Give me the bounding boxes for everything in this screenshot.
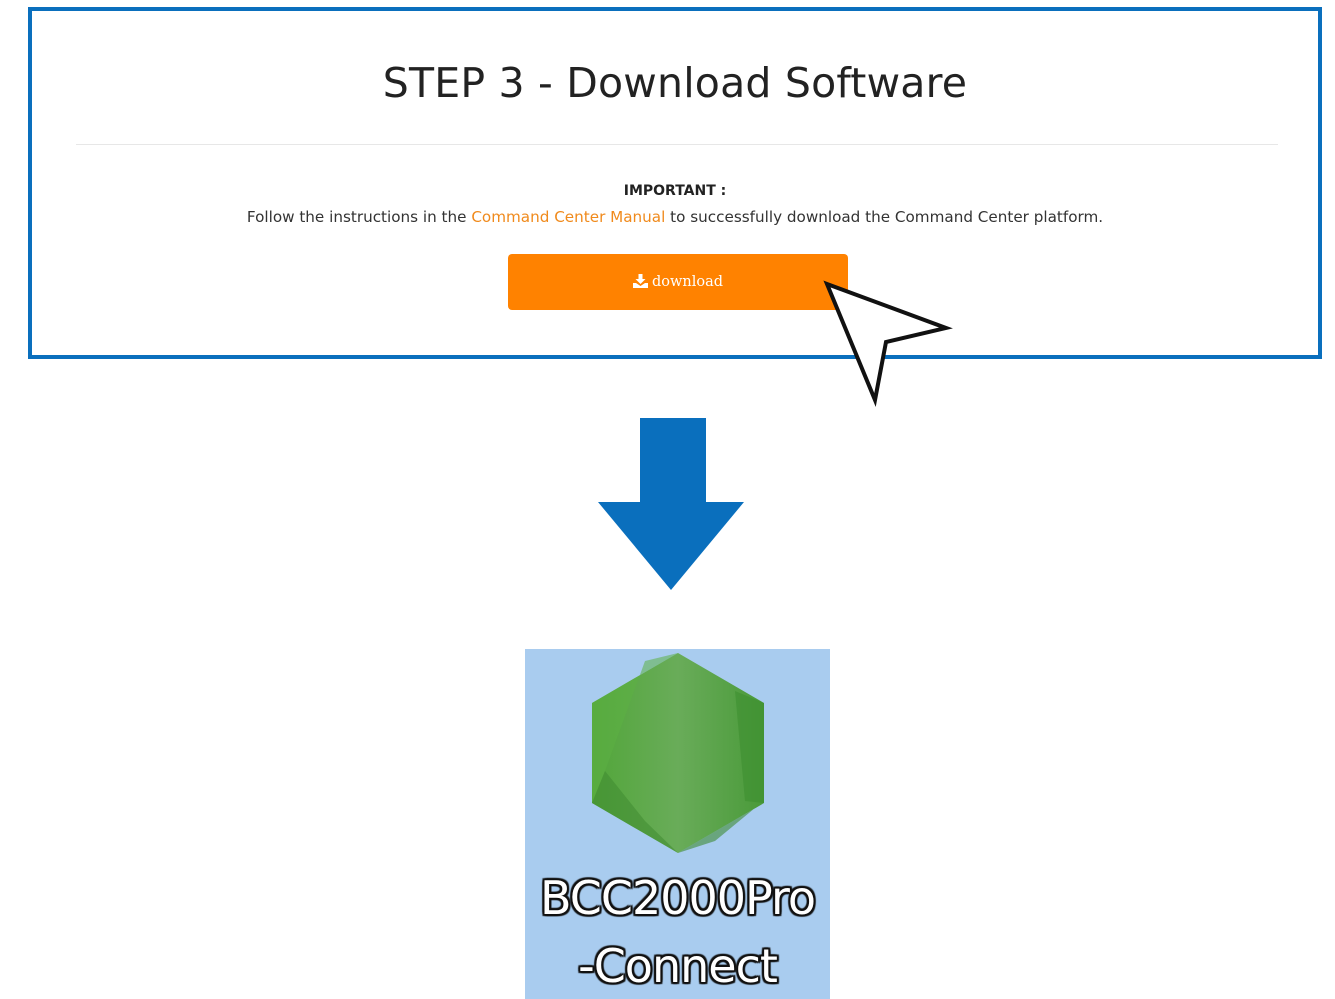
mouse-cursor-icon [823,280,953,407]
file-label-line2: -Connect [578,939,778,993]
important-label: IMPORTANT : [623,183,727,199]
step-title: STEP 3 - Download Software [382,59,968,107]
instructions-before: Follow the instructions in the [246,208,472,226]
download-label: download [651,274,724,290]
divider [76,144,1278,145]
instructions-text: Follow the instructions in the Command C… [32,208,1318,226]
file-label-line1: BCC2000Pro [539,871,816,925]
instructions-after: to successfully download the Command Cen… [665,208,1104,226]
desktop-file-icon[interactable]: BCC2000Pro -Connect [525,649,830,999]
nodejs-hexagon-icon [592,653,764,853]
down-arrow-icon [598,418,744,590]
step-panel: STEP 3 - Download Software IMPORTANT : F… [28,7,1322,359]
download-button[interactable]: download [508,254,848,310]
download-icon [632,274,648,288]
command-center-manual-link[interactable]: Command Center Manual [471,208,665,226]
